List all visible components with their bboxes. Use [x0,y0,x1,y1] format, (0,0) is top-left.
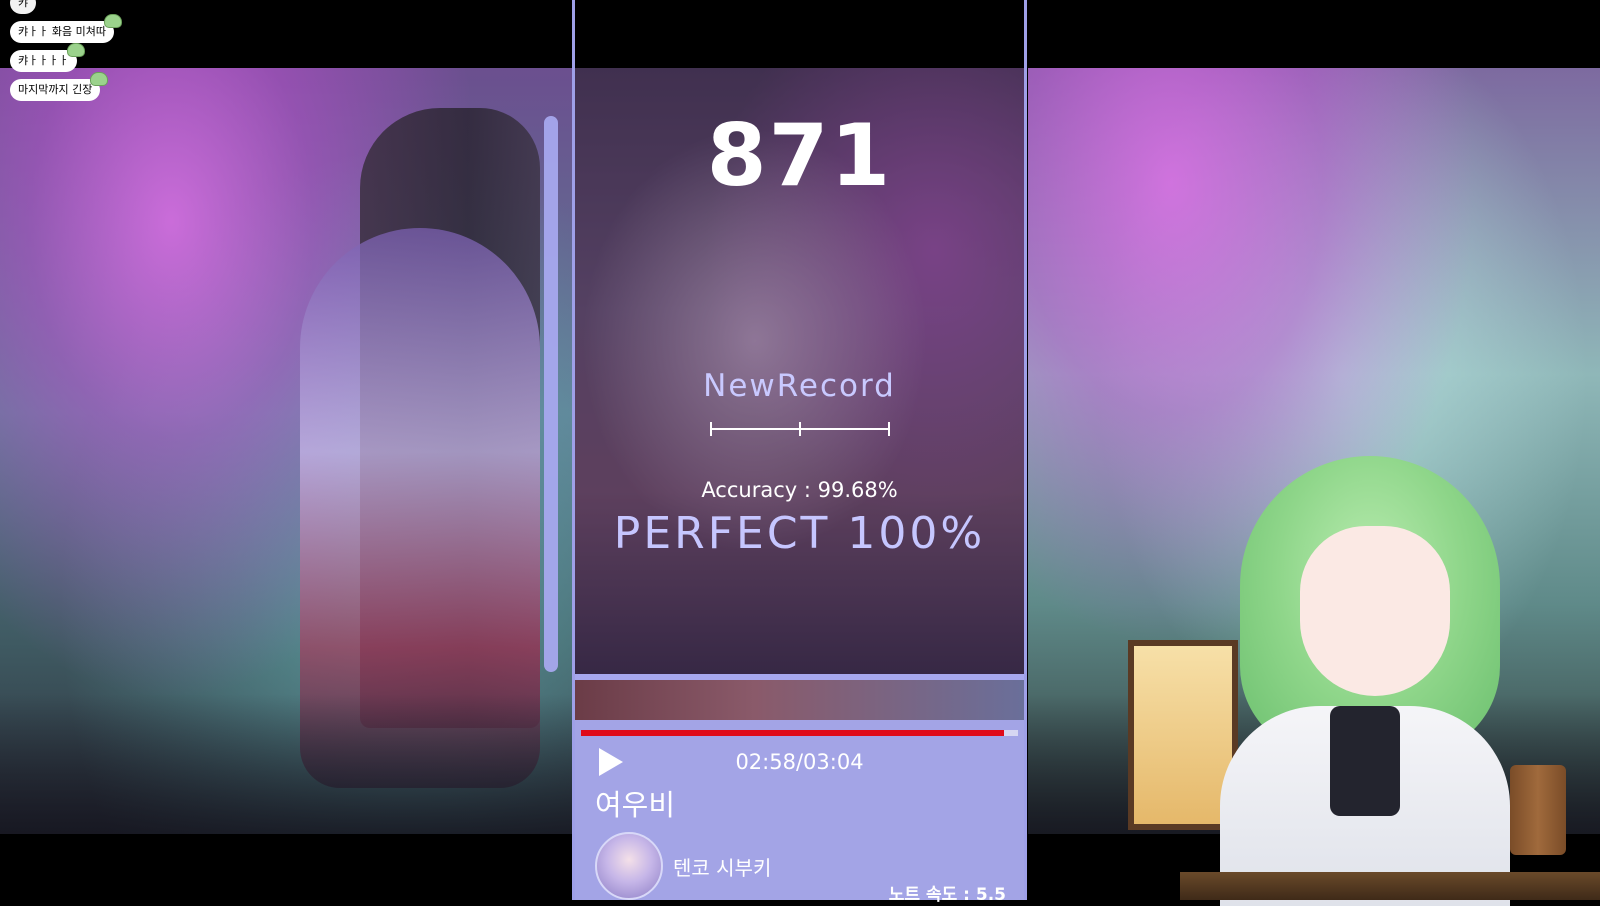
chat-message-text: 캬ㅏㅏ 화음 미쳐따 [18,25,106,38]
background-art-left [0,68,572,834]
chat-message: 캬ㅏㅏㅏㅏ [10,43,85,72]
progress-fill [581,730,1004,736]
streamer-avatar [1200,456,1530,906]
score-display: 871 [706,106,893,206]
artist-avatar [595,832,663,900]
song-title: 여우비 [595,788,676,822]
avatar-face [1300,526,1450,696]
new-record-label: NewRecord [703,368,896,404]
lane-art-strip [575,680,1024,720]
chat-message-text: 캬ㅏㅏㅏㅏ [18,54,69,67]
chat-message: 마지막까지 긴장 [10,72,109,101]
desk-prop [1180,872,1600,900]
note-speed: 노트 속도 : 5.5 [888,885,1006,905]
gauge-tick [799,422,801,436]
time-display: 02:58/03:04 [735,750,864,774]
progress-bar[interactable] [581,730,1018,736]
grass [0,694,572,834]
artist-name: 텐코 시부키 [673,856,772,880]
frog-emote-icon [90,72,109,86]
music-player-panel: 02:58/03:04 여우비 텐코 시부키 노트 속도 : 5.5 [572,720,1027,905]
record-gauge [710,422,890,436]
avatar-collar [1330,706,1400,816]
beer-mug-prop [1510,765,1566,855]
frog-emote-icon [66,43,85,57]
accuracy-text: Accuracy : 99.68% [701,478,898,502]
frog-emote-icon [103,14,122,28]
perfect-text: PERFECT 100% [613,508,986,559]
chat-overlay: 캬 캬ㅏㅏ 화음 미쳐따 캬ㅏㅏㅏㅏ 마지막까지 긴장 [10,0,150,108]
gauge-tick [710,422,712,436]
gauge-tick [888,422,890,436]
chat-message-text: 캬 [18,0,29,9]
chat-message: 캬ㅏㅏ 화음 미쳐따 [10,14,122,43]
chat-message-text: 마지막까지 긴장 [18,83,93,96]
chat-message: 캬 [10,0,37,14]
judgement-line [575,674,1024,680]
side-health-gauge [544,116,558,672]
